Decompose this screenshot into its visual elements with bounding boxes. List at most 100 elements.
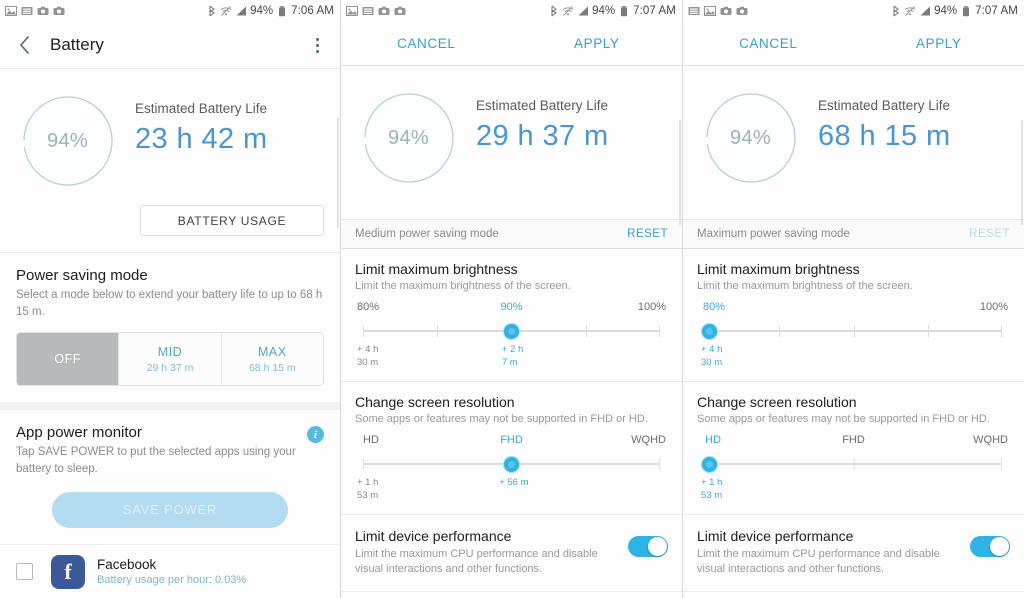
toggle-desc: Limit the maximum CPU performance and di… <box>355 548 598 576</box>
brightness-desc: Limit the maximum brightness of the scre… <box>697 280 913 292</box>
wifi-off-icon <box>904 5 916 17</box>
battery-usage-button[interactable]: BATTERY USAGE <box>140 205 324 236</box>
slider-thumb[interactable] <box>503 456 520 473</box>
battery-icon <box>276 5 288 17</box>
status-clock: 7:06 AM <box>291 5 334 17</box>
resolution-slider[interactable] <box>363 452 660 476</box>
slider-thumb[interactable] <box>503 323 520 340</box>
resolution-tick-2: WQHD <box>631 434 666 446</box>
section-gap <box>0 402 340 411</box>
brightness-tick-0: 80% <box>357 301 380 313</box>
power-saving-title: Power saving mode <box>16 267 148 284</box>
screenshot-icon <box>37 5 49 17</box>
brightness-title: Limit maximum brightness <box>355 261 518 277</box>
battery-summary: 94% Estimated Battery Life 23 h 42 m <box>0 69 340 187</box>
battery-summary: 94% Estimated Battery Life 68 h 15 m <box>683 66 1024 184</box>
cancel-button[interactable]: CANCEL <box>683 36 854 51</box>
status-system-icons: 94% 7:07 AM <box>547 5 676 17</box>
resolution-scale-labels: HD FHD WQHD <box>699 434 1008 450</box>
mode-header: Maximum power saving mode RESET <box>683 219 1024 249</box>
battery-ring-percent: 94% <box>388 126 429 149</box>
bluetooth-icon <box>547 5 559 17</box>
save-power-button[interactable]: SAVE POWER <box>52 491 288 528</box>
resolution-tick-1: FHD <box>500 434 523 446</box>
bluetooth-icon <box>889 5 901 17</box>
panel-medium-power-saving: 94% 7:07 AM CANCEL APPLY 94% Estimated B… <box>341 0 683 598</box>
mode-option-max-label: MAX <box>258 344 287 359</box>
resolution-delta-labels: + 1 h 53 m <box>699 477 1008 504</box>
toggle-row-prevent-network[interactable]: Prevent background network usage Prevent… <box>683 590 1024 598</box>
brightness-desc: Limit the maximum brightness of the scre… <box>355 280 571 292</box>
apply-button[interactable]: APPLY <box>854 36 1024 51</box>
panel-battery-main: 94% 7:06 AM Battery 94% Estimated Batter… <box>0 0 341 598</box>
page-title: Battery <box>50 35 104 54</box>
brightness-delta-0: + 4 h 30 m <box>701 344 723 368</box>
status-bar: 94% 7:06 AM <box>0 0 340 22</box>
mode-option-mid-label: MID <box>157 344 183 359</box>
status-bar: 94% 7:07 AM <box>341 0 682 22</box>
power-saving-desc: Select a mode below to extend your batte… <box>16 289 323 318</box>
overflow-menu-icon[interactable] <box>306 33 328 57</box>
scrollbar[interactable] <box>337 118 339 228</box>
resolution-delta-0: + 1 h 53 m <box>357 477 379 501</box>
mode-name: Maximum power saving mode <box>697 228 850 240</box>
brightness-slider[interactable] <box>363 319 660 343</box>
reset-button[interactable]: RESET <box>627 228 668 240</box>
status-clock: 7:07 AM <box>633 5 676 17</box>
toggle-row-limit-performance[interactable]: Limit device performance Limit the maxim… <box>341 514 682 591</box>
brightness-slider[interactable] <box>701 319 1002 343</box>
toggle-row-limit-performance[interactable]: Limit device performance Limit the maxim… <box>683 514 1024 591</box>
image-icon <box>5 5 17 17</box>
mode-option-off[interactable]: OFF <box>17 333 119 386</box>
resolution-delta-1: + 56 m <box>499 477 529 488</box>
scrollbar[interactable] <box>1021 120 1023 225</box>
battery-ring-percent: 94% <box>730 126 771 149</box>
screenshot-icon <box>53 5 65 17</box>
mode-header: Medium power saving mode RESET <box>341 219 682 249</box>
brightness-tick-1: 90% <box>500 301 523 313</box>
status-notification-icons <box>346 5 406 17</box>
status-battery-percent: 94% <box>934 5 958 17</box>
toggle-switch[interactable] <box>628 536 668 557</box>
scrollbar[interactable] <box>679 120 681 225</box>
resolution-scale-labels: HD FHD WQHD <box>357 434 666 450</box>
slider-thumb[interactable] <box>701 456 718 473</box>
three-panel-screenshot-strip: 94% 7:06 AM Battery 94% Estimated Batter… <box>0 0 1024 598</box>
resolution-title: Change screen resolution <box>355 394 515 410</box>
slider-thumb[interactable] <box>701 323 718 340</box>
info-icon[interactable]: i <box>307 426 324 444</box>
battery-summary-text: Estimated Battery Life 68 h 15 m <box>818 86 951 153</box>
resolution-tick-0: HD <box>363 434 379 446</box>
signal-bars-icon <box>235 5 247 17</box>
resolution-desc: Some apps or features may not be support… <box>355 413 648 425</box>
reset-button[interactable]: RESET <box>969 228 1010 240</box>
wifi-off-icon <box>220 5 232 17</box>
toggle-switch[interactable] <box>970 536 1010 557</box>
app-checkbox-facebook[interactable] <box>16 563 33 581</box>
brightness-delta-1: + 2 h 7 m <box>501 344 524 368</box>
power-saving-mode-selector[interactable]: OFF MID 29 h 37 m MAX 68 h 15 m <box>16 332 324 387</box>
app-power-monitor-desc: Tap SAVE POWER to put the selected apps … <box>16 446 296 476</box>
brightness-tick-0: 80% <box>703 301 726 313</box>
mode-option-mid-sub: 29 h 37 m <box>146 361 194 374</box>
resolution-slider[interactable] <box>701 452 1002 476</box>
list-item[interactable]: f Facebook Battery usage per hour: 0.03% <box>0 543 340 598</box>
resolution-delta-labels: + 1 h 53 m + 56 m <box>357 477 666 504</box>
brightness-tick-1: 100% <box>979 301 1008 313</box>
battery-ring-wrapper: 94% <box>683 86 818 184</box>
cancel-button[interactable]: CANCEL <box>341 36 512 51</box>
keyboard-icon <box>21 5 33 17</box>
signal-bars-icon <box>919 5 931 17</box>
status-notification-icons <box>688 5 748 17</box>
back-chevron-icon[interactable] <box>12 33 36 57</box>
mode-name: Medium power saving mode <box>355 228 499 240</box>
mode-option-max[interactable]: MAX 68 h 15 m <box>220 333 323 386</box>
mode-option-mid[interactable]: MID 29 h 37 m <box>118 333 221 386</box>
toggle-row-prevent-network[interactable]: Prevent background network usage Prevent… <box>341 590 682 598</box>
resolution-desc: Some apps or features may not be support… <box>697 413 990 425</box>
image-icon <box>704 5 716 17</box>
resolution-setting: Change screen resolution Some apps or fe… <box>683 382 1024 514</box>
status-battery-percent: 94% <box>250 5 274 17</box>
apply-button[interactable]: APPLY <box>512 36 683 51</box>
battery-summary: 94% Estimated Battery Life 29 h 37 m <box>341 66 682 184</box>
